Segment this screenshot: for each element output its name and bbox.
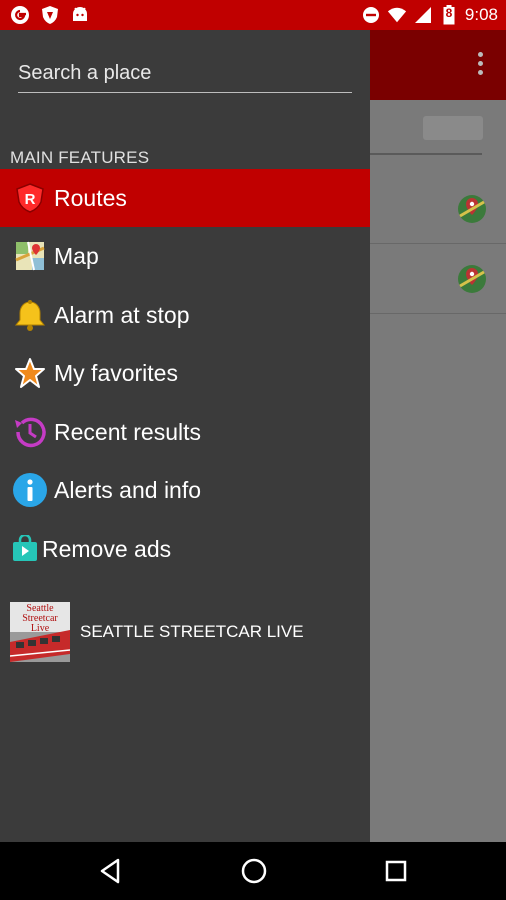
back-icon[interactable] bbox=[96, 856, 126, 886]
map-icon bbox=[12, 238, 48, 274]
drawer-item-label: Recent results bbox=[54, 418, 202, 445]
drawer-item-alerts[interactable]: Alerts and info bbox=[0, 461, 370, 519]
keyboard-icon[interactable] bbox=[423, 116, 483, 140]
home-icon[interactable] bbox=[239, 856, 269, 886]
svg-text:R: R bbox=[25, 191, 36, 208]
recents-icon[interactable] bbox=[381, 856, 411, 886]
routes-shield-icon: R bbox=[12, 180, 48, 216]
star-icon bbox=[12, 355, 48, 391]
drawer-item-favorites[interactable]: My favorites bbox=[0, 344, 370, 402]
google-icon bbox=[10, 5, 30, 25]
input-underline bbox=[370, 153, 482, 155]
drawer-item-routes[interactable]: R Routes bbox=[0, 169, 370, 227]
google-maps-icon[interactable] bbox=[457, 194, 487, 224]
streetcar-app-icon: Seattle Streetcar Live bbox=[10, 602, 70, 662]
system-navigation-bar bbox=[0, 842, 506, 900]
info-icon bbox=[12, 472, 48, 508]
promo-image-text: Seattle Streetcar Live bbox=[22, 603, 58, 634]
drawer-item-label: Alerts and info bbox=[54, 476, 202, 503]
android-icon bbox=[70, 5, 90, 25]
drawer-item-map[interactable]: Map bbox=[0, 227, 370, 285]
drawer-item-label: My favorites bbox=[54, 359, 178, 386]
promo-label: SEATTLE STREETCAR LIVE bbox=[80, 622, 304, 641]
promo-seattle-streetcar[interactable]: Seattle Streetcar Live SEATTLE STREETCAR… bbox=[10, 602, 360, 662]
wifi-icon bbox=[387, 5, 407, 25]
history-icon bbox=[12, 414, 48, 450]
search-input[interactable]: Search a place bbox=[18, 60, 352, 93]
do-not-disturb-icon bbox=[361, 5, 381, 25]
app-bar bbox=[370, 30, 506, 100]
shopping-bag-icon bbox=[10, 531, 40, 567]
clock: 9:08 bbox=[464, 5, 498, 24]
drawer-item-label: Alarm at stop bbox=[54, 301, 190, 328]
status-bar: 8 9:08 bbox=[0, 0, 506, 30]
list-divider bbox=[370, 313, 506, 314]
signal-icon bbox=[413, 5, 433, 25]
battery-icon: 8 bbox=[439, 5, 459, 25]
bell-icon bbox=[12, 297, 48, 333]
google-maps-icon[interactable] bbox=[457, 264, 487, 294]
drawer-item-remove-ads[interactable]: Remove ads bbox=[0, 520, 370, 578]
drawer-item-label: Routes bbox=[54, 184, 127, 211]
drawer-item-recent[interactable]: Recent results bbox=[0, 403, 370, 461]
shield-icon bbox=[40, 5, 60, 25]
list-divider bbox=[370, 243, 506, 244]
overflow-menu-icon[interactable] bbox=[478, 52, 484, 79]
drawer-item-label: Remove ads bbox=[42, 535, 172, 562]
drawer-item-alarm[interactable]: Alarm at stop bbox=[0, 286, 370, 344]
drawer-item-label: Map bbox=[54, 242, 99, 269]
section-title: MAIN FEATURES bbox=[10, 148, 150, 167]
battery-level: 8 bbox=[445, 6, 453, 20]
